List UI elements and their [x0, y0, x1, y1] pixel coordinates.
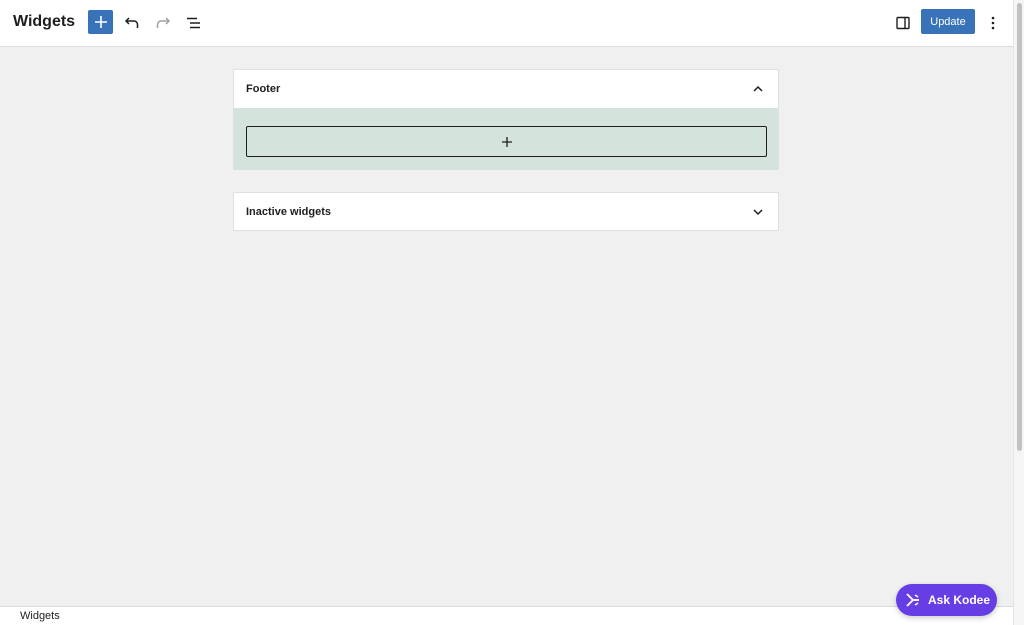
add-block-appender[interactable]: [246, 126, 767, 157]
ask-kodee-button[interactable]: Ask Kodee: [896, 584, 997, 616]
list-view-icon: [187, 17, 200, 29]
kodee-icon: [905, 592, 921, 608]
undo-icon: [124, 17, 139, 28]
chevron-down-icon: [753, 209, 763, 216]
list-view-button[interactable]: [181, 10, 207, 36]
settings-toggle-button[interactable]: [890, 10, 916, 36]
redo-button[interactable]: [150, 10, 176, 36]
redo-icon: [156, 17, 171, 28]
widget-area-title: Inactive widgets: [246, 206, 331, 218]
plus-icon: [94, 16, 107, 28]
page-title: Widgets: [13, 13, 76, 30]
widget-area-inactive: Inactive widgets: [233, 192, 779, 231]
options-button[interactable]: [980, 10, 1006, 36]
widget-area-title: Footer: [246, 83, 281, 95]
undo-button[interactable]: [119, 10, 145, 36]
add-block-button[interactable]: [88, 10, 113, 34]
plus-icon: [501, 136, 512, 147]
breadcrumb[interactable]: Widgets: [20, 610, 60, 622]
editor-footer: Widgets: [0, 606, 1013, 625]
scrollbar-thumb[interactable]: [1017, 3, 1022, 451]
widget-area-inactive-toggle[interactable]: Inactive widgets: [234, 193, 778, 231]
update-button[interactable]: Update: [921, 9, 975, 34]
widgets-editor: Widgets Update Footer Inactive widgets W…: [0, 0, 1024, 625]
widget-area-footer: Footer: [233, 69, 779, 170]
editor-header: Widgets Update: [0, 0, 1013, 47]
widget-area-content: [234, 108, 778, 170]
page-scrollbar[interactable]: [1013, 0, 1024, 625]
widget-area-footer-toggle[interactable]: Footer: [234, 70, 778, 108]
more-vertical-icon: [991, 16, 995, 30]
sidebar-toggle-icon: [896, 16, 910, 30]
ask-kodee-label: Ask Kodee: [928, 593, 991, 607]
chevron-up-icon: [753, 85, 763, 92]
